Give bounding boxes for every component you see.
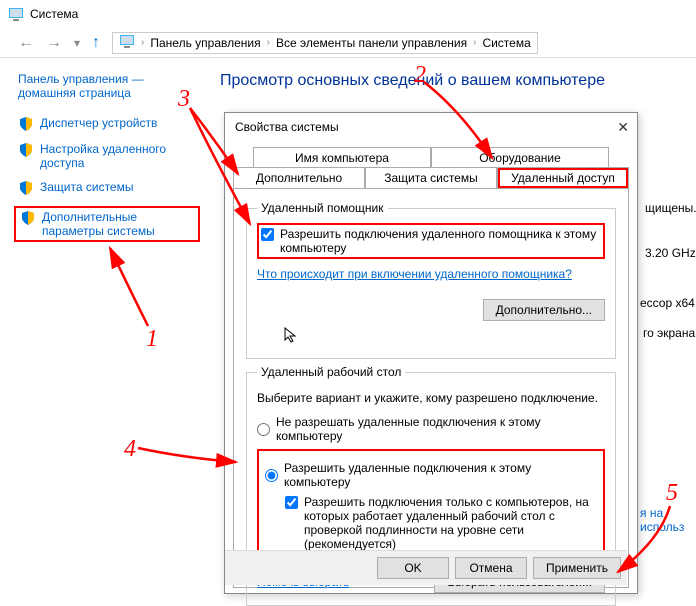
rd-nla-label: Разрешить подключения только с компьютер…: [304, 495, 597, 551]
breadcrumb-2[interactable]: Все элементы панели управления: [276, 36, 467, 50]
bg-text: го экрана: [643, 326, 695, 340]
group-label: Удаленный рабочий стол: [257, 365, 405, 379]
breadcrumb-1[interactable]: Панель управления: [150, 36, 260, 50]
nav-toolbar: ← → ▾ ↑ › Панель управления › Все элемен…: [0, 28, 696, 58]
ra-advanced-button[interactable]: Дополнительно...: [483, 299, 605, 321]
monitor-icon: [119, 33, 135, 52]
dialog-button-row: OK Отмена Применить: [225, 550, 627, 585]
sidebar-link[interactable]: Диспетчер устройств: [40, 116, 157, 130]
group-label: Удаленный помощник: [257, 201, 388, 215]
bg-text: 3.20 GHz: [645, 246, 696, 260]
bg-text: я на использ: [640, 506, 696, 534]
ok-button[interactable]: OK: [377, 557, 449, 579]
apply-button[interactable]: Применить: [533, 557, 621, 579]
sidebar: Панель управления — домашняя страница Ди…: [0, 58, 210, 262]
tab-computer-name[interactable]: Имя компьютера: [253, 147, 431, 168]
sidebar-home[interactable]: Панель управления — домашняя страница: [18, 72, 200, 100]
rd-allow-block: Разрешить удаленные подключения к этому …: [257, 449, 605, 561]
rd-allow-radio[interactable]: [265, 469, 278, 482]
system-properties-dialog: Свойства системы ✕ Имя компьютера Оборуд…: [224, 112, 638, 594]
chevron-right-icon: ›: [141, 37, 144, 48]
ra-help-link[interactable]: Что происходит при включении удаленного …: [257, 267, 572, 281]
rd-intro: Выберите вариант и укажите, кому разреше…: [257, 391, 605, 405]
shield-icon: [18, 142, 34, 158]
rd-nla-checkbox[interactable]: [285, 496, 298, 509]
address-bar[interactable]: › Панель управления › Все элементы панел…: [112, 32, 538, 54]
dialog-titlebar: Свойства системы ✕: [225, 113, 637, 141]
tab-advanced[interactable]: Дополнительно: [233, 167, 365, 188]
page-title: Просмотр основных сведений о вашем компь…: [220, 72, 605, 90]
annotation-1: 1: [146, 326, 158, 353]
shield-icon: [18, 180, 34, 196]
allow-ra-checkbox[interactable]: [261, 228, 274, 241]
annotation-5: 5: [666, 480, 678, 507]
sidebar-item-system-protection[interactable]: Защита системы: [18, 180, 200, 196]
rd-nla-row[interactable]: Разрешить подключения только с компьютер…: [285, 495, 597, 551]
chevron-right-icon: ›: [473, 37, 476, 48]
tab-hardware[interactable]: Оборудование: [431, 147, 609, 168]
up-button[interactable]: ↑: [92, 34, 100, 52]
breadcrumb-3[interactable]: Система: [482, 36, 530, 50]
sidebar-link[interactable]: Защита системы: [40, 180, 133, 194]
remote-assistance-group: Удаленный помощник Разрешить подключения…: [246, 201, 616, 359]
forward-button[interactable]: →: [46, 34, 62, 52]
rd-deny-label: Не разрешать удаленные подключения к это…: [276, 415, 605, 443]
tab-protection[interactable]: Защита системы: [365, 167, 497, 188]
sidebar-home-link[interactable]: Панель управления — домашняя страница: [18, 72, 200, 100]
rd-allow-row[interactable]: Разрешить удаленные подключения к этому …: [265, 461, 597, 489]
sidebar-link[interactable]: Настройка удаленного доступа: [40, 142, 200, 170]
sidebar-item-remote-settings[interactable]: Настройка удаленного доступа: [18, 142, 200, 170]
dialog-title: Свойства системы: [235, 120, 339, 134]
allow-ra-row[interactable]: Разрешить подключения удаленного помощни…: [257, 223, 605, 259]
sidebar-item-advanced-settings[interactable]: Дополнительные параметры системы: [14, 206, 200, 242]
sidebar-item-device-manager[interactable]: Диспетчер устройств: [18, 116, 200, 132]
cursor-icon: [283, 327, 299, 343]
rd-deny-radio[interactable]: [257, 423, 270, 436]
sidebar-link[interactable]: Дополнительные параметры системы: [42, 210, 194, 238]
tab-content: Удаленный помощник Разрешить подключения…: [233, 188, 629, 588]
shield-icon: [18, 116, 34, 132]
back-button[interactable]: ←: [18, 34, 34, 52]
shield-icon: [20, 210, 36, 226]
tab-row-top: Имя компьютера Оборудование: [253, 147, 609, 168]
window-title: Система: [30, 7, 78, 21]
chevron-right-icon: ›: [267, 37, 270, 48]
rd-deny-row[interactable]: Не разрешать удаленные подключения к это…: [257, 415, 605, 443]
bg-text: ессор x64: [640, 296, 695, 310]
tab-row-bottom: Дополнительно Защита системы Удаленный д…: [233, 167, 629, 188]
close-icon[interactable]: ✕: [617, 119, 629, 136]
cancel-button[interactable]: Отмена: [455, 557, 527, 579]
history-dropdown[interactable]: ▾: [74, 36, 80, 50]
rd-allow-label: Разрешить удаленные подключения к этому …: [284, 461, 597, 489]
bg-text: щищены.: [645, 201, 696, 215]
window-titlebar: Система: [0, 0, 696, 28]
tab-remote[interactable]: Удаленный доступ: [497, 167, 629, 188]
annotation-4: 4: [124, 436, 136, 463]
allow-ra-label: Разрешить подключения удаленного помощни…: [280, 227, 601, 255]
system-icon: [8, 6, 24, 22]
